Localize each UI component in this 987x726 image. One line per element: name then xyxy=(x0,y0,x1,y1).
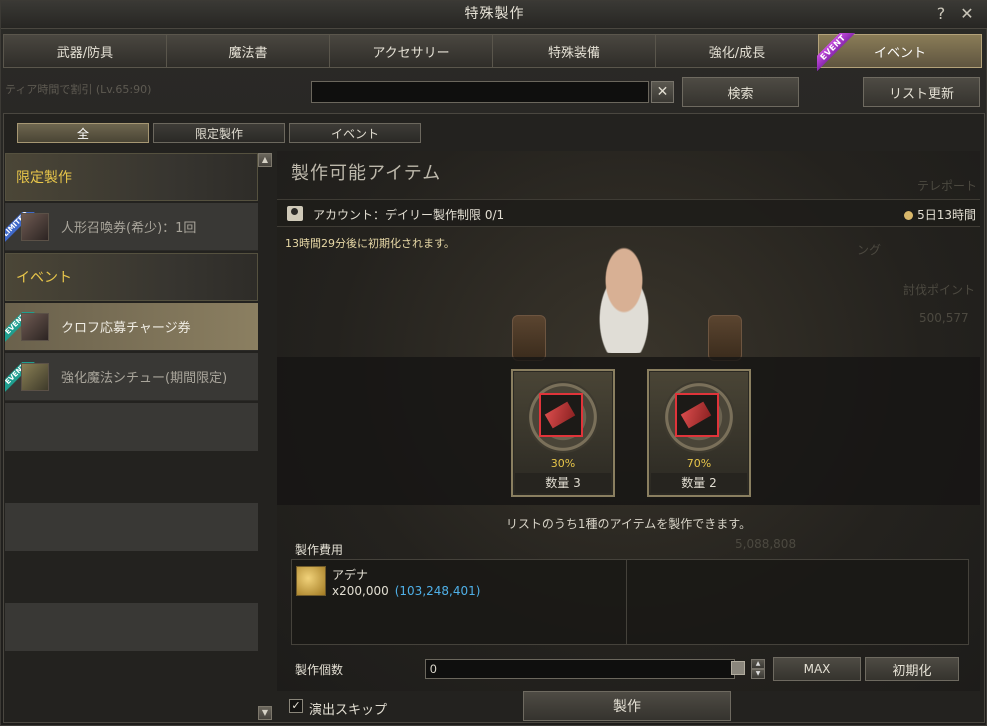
reward-quantity: 数量 2 xyxy=(651,473,747,493)
background-text: 討伐ポイント xyxy=(903,283,976,297)
crafting-window: 特殊製作 ? ✕ 武器/防具 魔法書 アクセサリー 特殊装備 強化/成長 EVE… xyxy=(0,0,987,726)
list-item-charge-ticket[interactable]: EVENT クロフ応募チャージ券 xyxy=(5,303,258,351)
filter-event[interactable]: イベント xyxy=(289,123,421,143)
tab-weapons-armor[interactable]: 武器/防具 xyxy=(3,34,167,68)
search-button[interactable]: 検索 xyxy=(682,77,799,107)
reset-quantity-button[interactable]: 初期化 xyxy=(865,657,959,681)
quantity-stepper[interactable]: ▲ ▼ xyxy=(751,659,765,679)
cost-title: 製作費用 xyxy=(295,543,344,557)
refresh-list-button[interactable]: リスト更新 xyxy=(863,77,980,107)
daily-limit-label: アカウント：デイリー製作制限 0/1 xyxy=(313,208,505,222)
adena-coins-icon xyxy=(296,566,326,596)
tab-special-equipment[interactable]: 特殊装備 xyxy=(492,34,656,68)
title-bar: 特殊製作 ? ✕ xyxy=(1,1,987,29)
quantity-input[interactable] xyxy=(425,659,735,679)
background-text: 5,088,808 xyxy=(735,537,797,551)
list-empty-slot xyxy=(5,503,258,551)
tab-label: 特殊装備 xyxy=(547,45,600,61)
barrel-icon xyxy=(708,315,742,361)
stepper-up-icon[interactable]: ▲ xyxy=(751,659,765,669)
tab-label: 武器/防具 xyxy=(56,45,114,61)
choose-note: リストのうち1種のアイテムを製作できます。 xyxy=(505,517,752,531)
recipe-detail: テレポート 討伐ポイント 500,577 5,088,808 ング 製作可能アイ… xyxy=(277,151,980,691)
tab-enhance-growth[interactable]: 強化/成長 xyxy=(655,34,819,68)
background-text: ング xyxy=(857,243,882,257)
list-empty-slot xyxy=(5,403,258,451)
barrel-icon xyxy=(512,315,546,361)
owned-amount: (103,248,401) xyxy=(394,584,481,598)
ticket-icon xyxy=(539,393,583,437)
ticket-icon xyxy=(675,393,719,437)
doll-ticket-icon xyxy=(21,212,49,241)
help-button[interactable]: ? xyxy=(931,4,951,24)
reward-slot[interactable]: 30% 数量 3 xyxy=(511,369,615,497)
recipe-list: 限定製作 LIMITED 人形召喚券(希少)：1回 イベント EVENT クロフ… xyxy=(5,151,258,721)
tab-label: アクセサリー xyxy=(372,45,450,61)
list-item-label: クロフ応募チャージ券 xyxy=(61,321,191,336)
tab-label: 魔法書 xyxy=(228,45,268,61)
event-badge: EVENT xyxy=(817,33,855,71)
event-badge-text: EVENT xyxy=(817,33,855,71)
limit-bar: アカウント：デイリー製作制限 0/1 5日13時間 xyxy=(277,199,980,227)
filter-limited[interactable]: 限定製作 xyxy=(153,123,285,143)
scroll-up-button[interactable]: ▲ xyxy=(258,153,272,167)
quantity-label: 製作個数 xyxy=(295,663,344,677)
cost-amount: x200,000 (103,248,401) xyxy=(332,584,480,598)
calculator-icon[interactable] xyxy=(731,661,745,675)
section-title: 製作可能アイテム xyxy=(291,163,442,184)
reward-chance: 70% xyxy=(686,457,712,470)
background-text: 500,577 xyxy=(919,311,969,325)
npc-illustration xyxy=(512,241,742,361)
list-empty-slot xyxy=(5,603,258,651)
list-item-doll-ticket[interactable]: LIMITED 人形召喚券(希少)：1回 xyxy=(5,203,258,251)
skip-animation-checkbox[interactable]: ✓ xyxy=(289,699,303,713)
bottom-bar: ✓ 演出スキップ 製作 xyxy=(277,691,980,721)
skip-animation-label[interactable]: 演出スキップ xyxy=(309,699,387,718)
craft-button[interactable]: 製作 xyxy=(523,691,731,721)
stew-icon xyxy=(21,362,49,391)
time-left: 5日13時間 xyxy=(904,206,976,223)
reward-quantity: 数量 3 xyxy=(515,473,611,493)
cost-box: アデナ x200,000 (103,248,401) xyxy=(291,559,969,645)
clear-search-button[interactable]: ✕ xyxy=(651,81,674,103)
tab-spellbooks[interactable]: 魔法書 xyxy=(166,34,330,68)
close-button[interactable]: ✕ xyxy=(957,4,977,24)
reward-band xyxy=(277,357,980,505)
account-icon xyxy=(287,206,303,221)
cost-amount-value: x200,000 xyxy=(332,584,389,598)
tab-accessories[interactable]: アクセサリー xyxy=(329,34,493,68)
time-left-value: 5日13時間 xyxy=(917,208,976,222)
background-text: テレポート xyxy=(917,179,978,193)
reward-slot[interactable]: 70% 数量 2 xyxy=(647,369,751,497)
charge-ticket-icon xyxy=(21,312,49,341)
stepper-down-icon[interactable]: ▼ xyxy=(751,669,765,679)
clock-icon xyxy=(904,211,914,220)
divider xyxy=(626,560,627,644)
npc-dwarf-icon xyxy=(582,241,666,353)
tab-label: 強化/成長 xyxy=(708,45,766,61)
scroll-down-button[interactable]: ▼ xyxy=(258,706,272,720)
faded-status-text: ティア時間で割引 (Lv.65:90) xyxy=(5,83,152,96)
category-event[interactable]: イベント xyxy=(5,253,258,301)
category-limited[interactable]: 限定製作 xyxy=(5,153,258,201)
list-item-stew[interactable]: EVENT 強化魔法シチュー(期間限定) xyxy=(5,353,258,401)
list-item-label: 強化魔法シチュー(期間限定) xyxy=(61,371,228,386)
reward-chance: 30% xyxy=(550,457,576,470)
tab-event[interactable]: EVENT イベント xyxy=(817,33,982,71)
max-button[interactable]: MAX xyxy=(773,657,861,681)
category-tabs: 武器/防具 魔法書 アクセサリー 特殊装備 強化/成長 EVENT イベント xyxy=(3,33,982,71)
search-input[interactable] xyxy=(311,81,649,103)
cost-item-name: アデナ xyxy=(332,568,369,582)
tab-label: イベント xyxy=(873,45,926,61)
list-item-label: 人形召喚券(希少)：1回 xyxy=(61,221,197,236)
window-title: 特殊製作 xyxy=(464,6,525,22)
reset-note: 13時間29分後に初期化されます。 xyxy=(285,237,455,250)
filter-all[interactable]: 全 xyxy=(17,123,149,143)
